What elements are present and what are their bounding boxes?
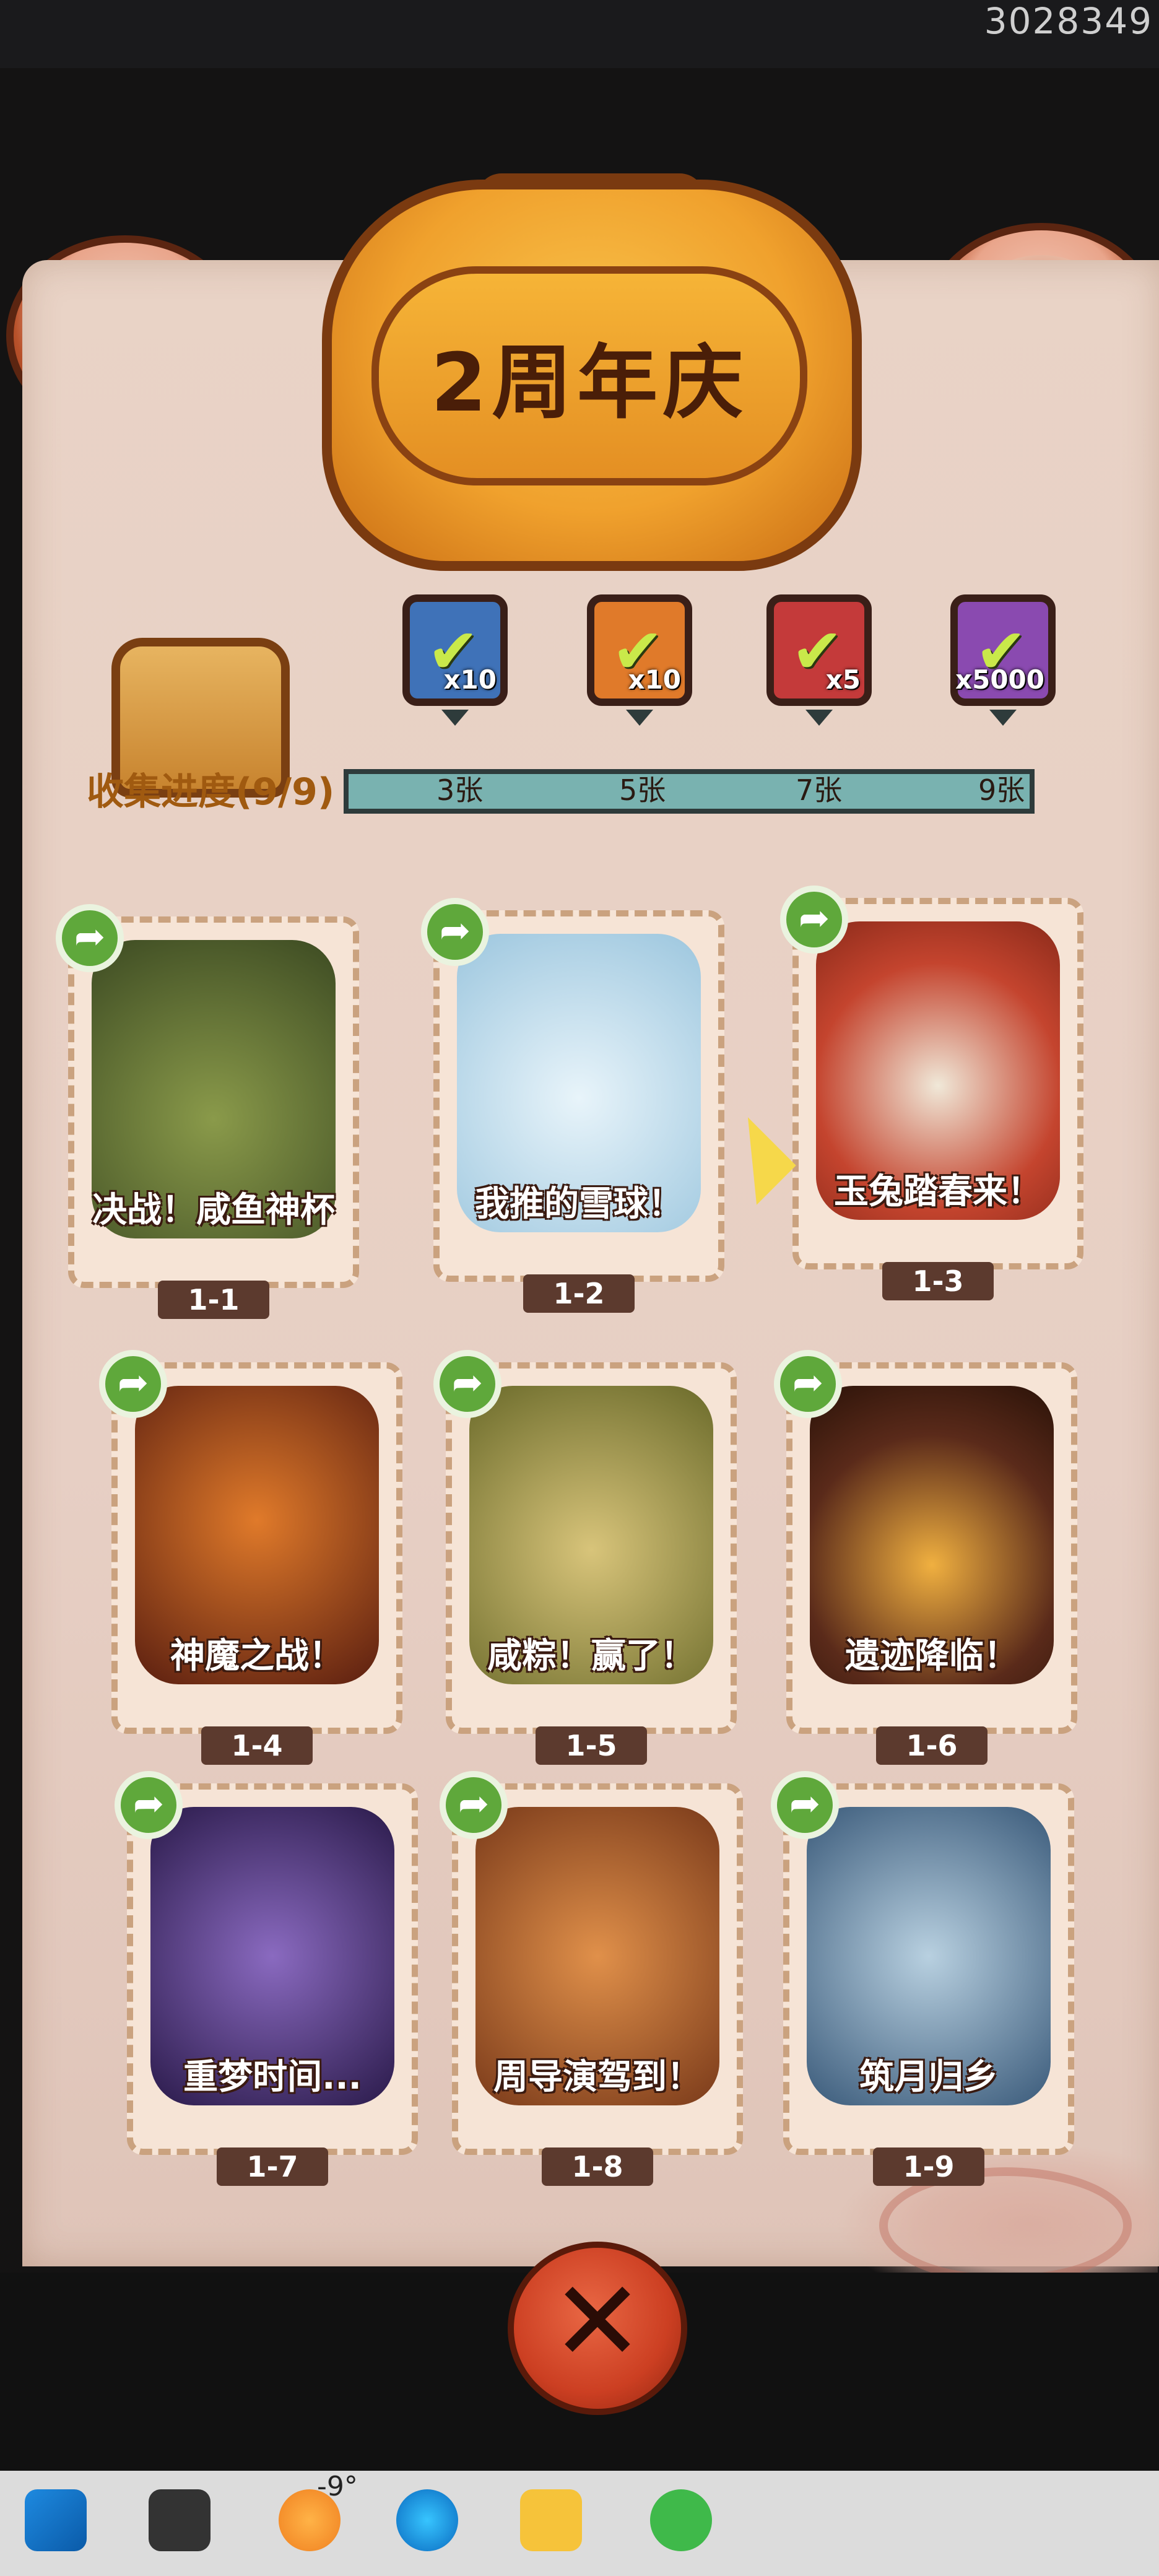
card-title: 重梦时间... bbox=[183, 2057, 362, 2097]
card-number: 1-2 bbox=[523, 1274, 635, 1313]
windows-start-icon[interactable] bbox=[25, 2489, 87, 2551]
story-card-1-2[interactable]: 我推的雪球！ 1-2 ➦ bbox=[421, 898, 724, 1313]
close-icon: ✕ bbox=[550, 2257, 645, 2387]
story-card-1-6[interactable]: 遗迹降临！ 1-6 ➦ bbox=[774, 1350, 1077, 1765]
reward-pointer bbox=[441, 710, 469, 726]
story-card-1-1[interactable]: 决战！咸鱼神杯 1-1 ➦ bbox=[56, 904, 359, 1319]
card-title: 玉兔踏春来！ bbox=[834, 1172, 1042, 1212]
reward-2[interactable]: ✔ x10 bbox=[587, 594, 692, 726]
story-card-1-8[interactable]: 周导演驾到！ 1-8 ➦ bbox=[440, 1771, 743, 2186]
banner-title: 2周年庆 bbox=[430, 336, 749, 430]
card-title: 神魔之战！ bbox=[170, 1636, 344, 1676]
threshold-label: 7张 bbox=[796, 773, 843, 807]
share-icon[interactable]: ➦ bbox=[115, 1771, 183, 1839]
reward-pointer bbox=[805, 710, 833, 726]
card-title: 遗迹降临！ bbox=[845, 1636, 1018, 1676]
reward-3[interactable]: ✔ x5 bbox=[766, 594, 872, 726]
card-number: 1-7 bbox=[217, 2147, 328, 2186]
story-card-1-7[interactable]: 重梦时间... 1-7 ➦ bbox=[115, 1771, 418, 2186]
card-title: 决战！咸鱼神杯 bbox=[92, 1190, 335, 1230]
story-card-1-5[interactable]: 咸粽！赢了！ 1-5 ➦ bbox=[433, 1350, 737, 1765]
temperature-label: -9° bbox=[317, 2471, 358, 2502]
edge-icon[interactable] bbox=[396, 2489, 458, 2551]
wechat-icon[interactable] bbox=[650, 2489, 712, 2551]
card-title: 筑月归乡 bbox=[859, 2057, 998, 2097]
reward-1[interactable]: ✔ x10 bbox=[402, 594, 508, 726]
card-number: 1-3 bbox=[882, 1262, 994, 1300]
card-title: 周导演驾到！ bbox=[493, 2057, 701, 2097]
check-icon: ✔ bbox=[791, 615, 843, 687]
story-card-1-3[interactable]: 玉兔踏春来！ 1-3 ➦ bbox=[780, 886, 1083, 1300]
story-card-1-9[interactable]: 筑月归乡 1-9 ➦ bbox=[771, 1771, 1074, 2186]
share-icon[interactable]: ➦ bbox=[56, 904, 124, 972]
share-icon[interactable]: ➦ bbox=[421, 898, 489, 966]
threshold-label: 9张 bbox=[978, 773, 1025, 807]
card-number: 1-5 bbox=[536, 1726, 647, 1765]
share-icon[interactable]: ➦ bbox=[780, 886, 848, 954]
card-title: 咸粽！赢了！ bbox=[487, 1636, 695, 1676]
threshold-label: 3张 bbox=[436, 773, 484, 807]
reward-4[interactable]: ✔ x5000 bbox=[950, 594, 1056, 726]
check-icon: ✔ bbox=[427, 615, 479, 687]
card-title: 我推的雪球！ bbox=[475, 1184, 683, 1224]
check-icon: ✔ bbox=[612, 615, 664, 687]
share-icon[interactable]: ➦ bbox=[771, 1771, 839, 1839]
close-button[interactable]: ✕ bbox=[508, 2242, 687, 2415]
task-view-icon[interactable] bbox=[149, 2489, 211, 2551]
card-number: 1-8 bbox=[542, 2147, 653, 2186]
card-number: 1-4 bbox=[201, 1726, 313, 1765]
card-number: 1-9 bbox=[873, 2147, 984, 2186]
reward-pointer bbox=[626, 710, 653, 726]
threshold-label: 5张 bbox=[619, 773, 666, 807]
card-number: 1-6 bbox=[876, 1726, 988, 1765]
banner-plate: 2周年庆 bbox=[371, 266, 807, 485]
share-icon[interactable]: ➦ bbox=[99, 1350, 167, 1418]
corner-id-text: 3028349 bbox=[984, 0, 1153, 42]
story-card-1-4[interactable]: 神魔之战！ 1-4 ➦ bbox=[99, 1350, 402, 1765]
progress-label: 收集进度(9/9) bbox=[87, 770, 335, 814]
share-icon[interactable]: ➦ bbox=[440, 1771, 508, 1839]
reward-pointer bbox=[989, 710, 1017, 726]
check-icon: ✔ bbox=[975, 615, 1027, 687]
share-icon[interactable]: ➦ bbox=[774, 1350, 842, 1418]
share-icon[interactable]: ➦ bbox=[433, 1350, 501, 1418]
card-number: 1-1 bbox=[158, 1281, 269, 1319]
app-icon[interactable] bbox=[520, 2489, 582, 2551]
